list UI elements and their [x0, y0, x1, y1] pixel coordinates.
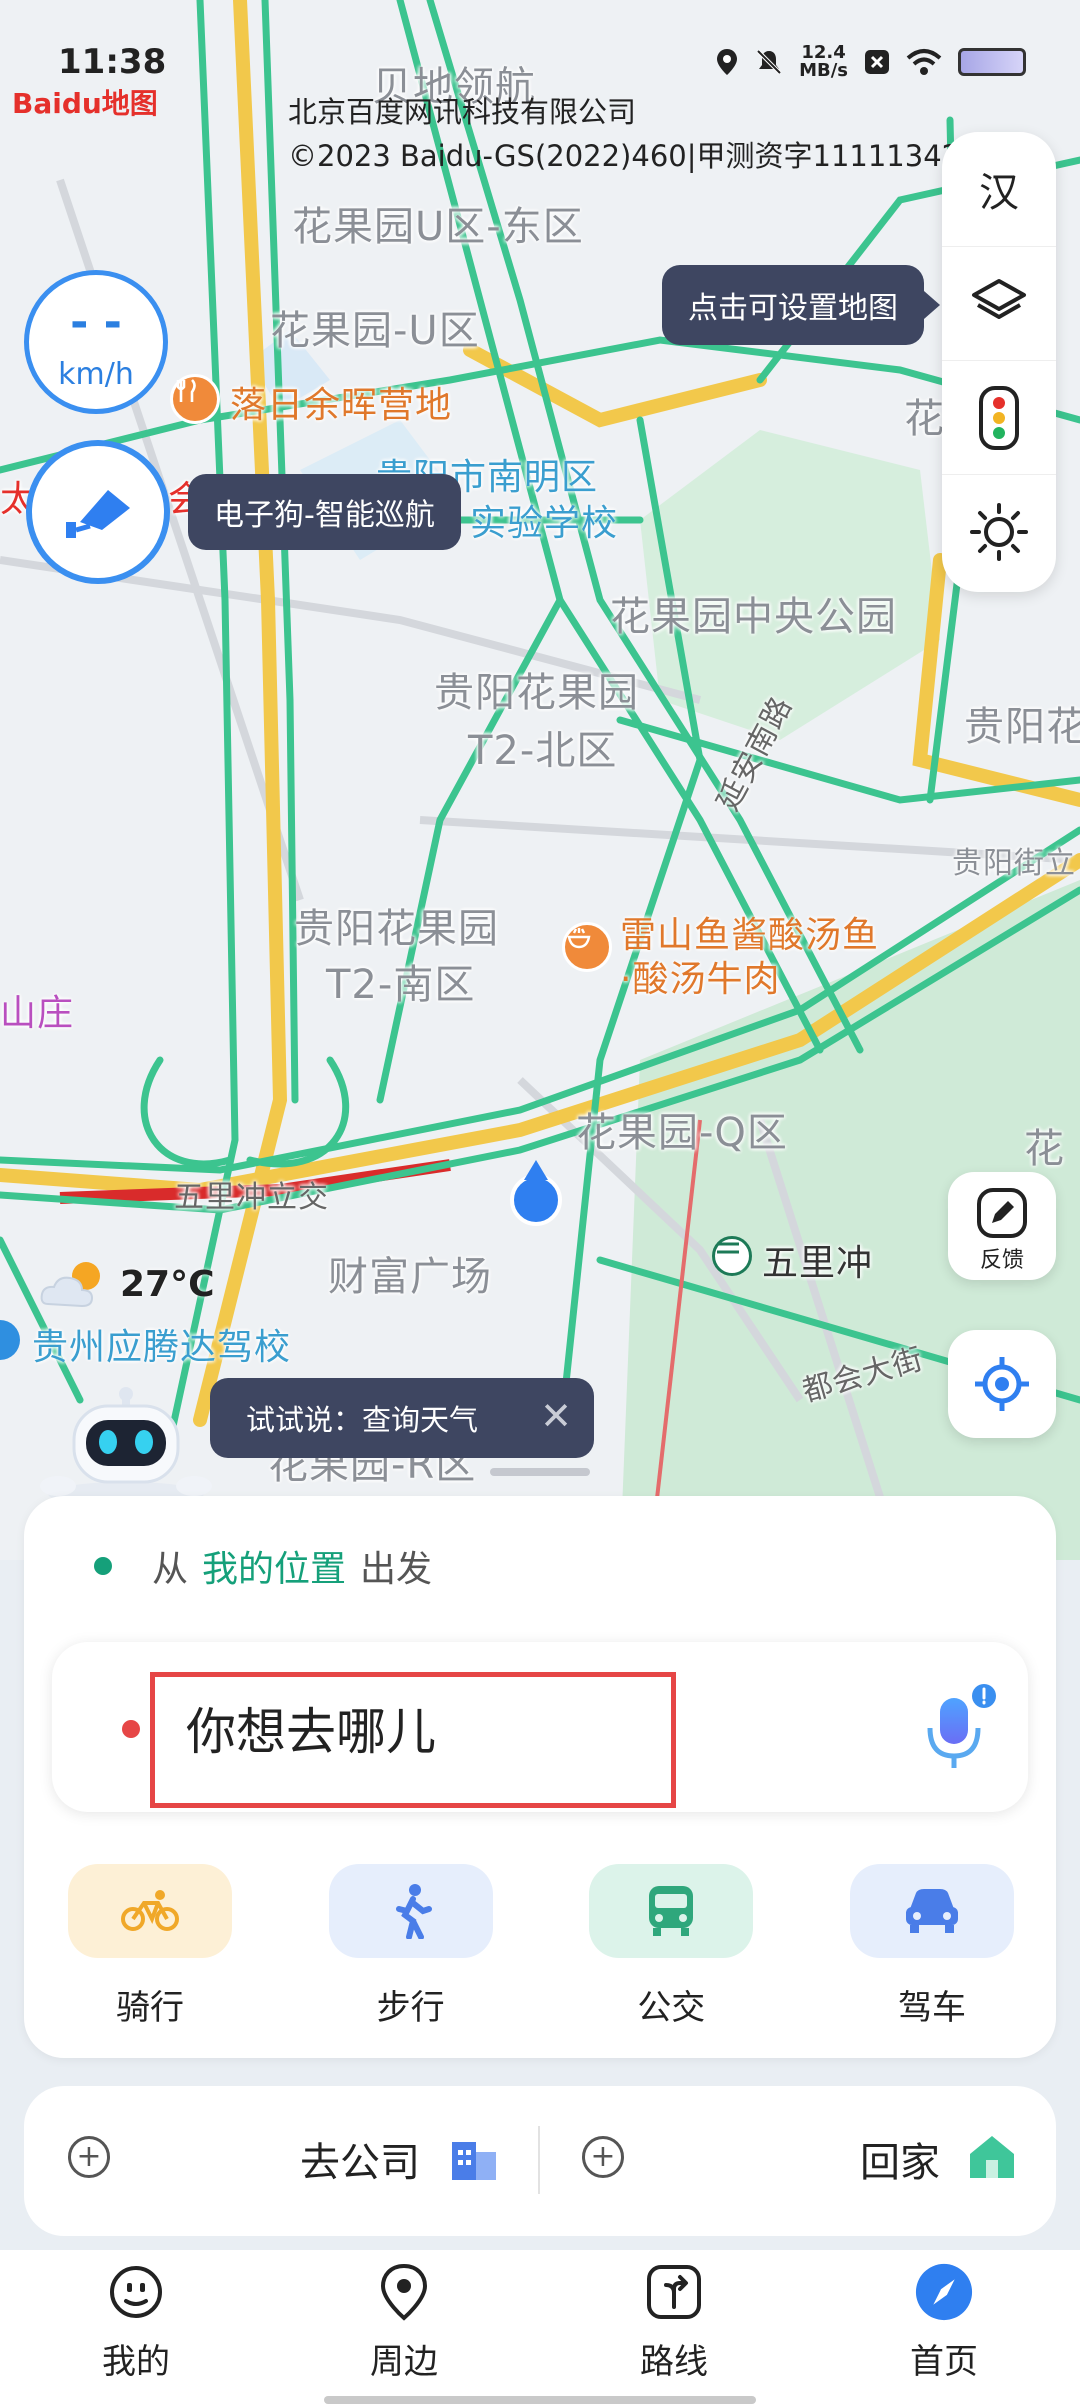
location-icon: [717, 49, 738, 75]
cruise-tooltip[interactable]: 电子狗-智能巡航: [188, 474, 461, 550]
traffic-button[interactable]: [942, 360, 1056, 474]
poi-label[interactable]: 山庄: [0, 984, 74, 1036]
shortcut-home[interactable]: 回家: [860, 2130, 940, 2188]
map-label: 花果园-Q区: [576, 1110, 788, 1156]
origin-dot-icon: [94, 1557, 112, 1575]
layers-icon: [972, 278, 1026, 319]
speed-value: - -: [70, 297, 122, 348]
home-icon: [970, 2136, 1014, 2178]
mode-transit[interactable]: 公交: [589, 1864, 754, 2029]
add-work-icon[interactable]: +: [68, 2136, 110, 2178]
shortcut-card: + 去公司 + 回家: [24, 2086, 1056, 2236]
bottom-navigation: 我的 周边 路线 首页: [0, 2250, 1080, 2408]
destination-input[interactable]: 你想去哪儿: [52, 1642, 1028, 1812]
status-icons: 12.4 MB/s: [715, 44, 1026, 80]
walking-icon: [328, 1864, 493, 1958]
assistant-tooltip[interactable]: 试试说：查询天气 ✕: [210, 1378, 594, 1458]
metro-station-label[interactable]: 五里冲: [762, 1234, 873, 1286]
temperature: 27°C: [120, 1263, 215, 1305]
destination-placeholder[interactable]: 你想去哪儿: [186, 1692, 436, 1764]
camera-icon: [66, 490, 130, 538]
wifi-icon: [906, 49, 942, 75]
brightness-button[interactable]: [942, 474, 1056, 588]
mode-cycling[interactable]: 骑行: [68, 1864, 232, 2029]
origin-location[interactable]: 我的位置: [202, 1540, 346, 1592]
gesture-bar[interactable]: [324, 2396, 756, 2404]
add-home-icon[interactable]: +: [582, 2136, 624, 2178]
origin-row[interactable]: 从 我的位置 出发: [94, 1540, 432, 1592]
map-label: 贵阳街立: [952, 846, 1076, 881]
route-search-card: 从 我的位置 出发 你想去哪儿 骑行 步行 公交 驾车: [24, 1496, 1056, 2058]
map-label: T2-南区: [326, 962, 476, 1008]
compass-icon: [914, 2262, 974, 2322]
face-icon: [106, 2262, 166, 2322]
status-time: 11:38: [58, 42, 167, 82]
sheet-drag-handle[interactable]: [490, 1468, 590, 1476]
sun-icon: [970, 502, 1028, 561]
poi-label[interactable]: ·酸汤牛肉: [620, 950, 780, 1002]
nav-route[interactable]: 路线: [604, 2262, 744, 2383]
layer-tooltip[interactable]: 点击可设置地图: [662, 265, 940, 345]
map-label: T2-北区: [468, 728, 618, 774]
partly-cloudy-icon: [40, 1262, 100, 1308]
map-label: 花果园-U区: [270, 308, 480, 354]
feedback-label: 反馈: [979, 1248, 1024, 1273]
poi-label[interactable]: 落日余晖营地: [230, 376, 452, 428]
traffic-light-icon: [979, 385, 1019, 450]
battery-icon: [958, 48, 1026, 76]
microphone-icon[interactable]: [920, 1684, 1000, 1774]
network-speed: 12.4 MB/s: [799, 42, 848, 81]
locate-me-button[interactable]: [948, 1330, 1056, 1438]
map-label: 贵阳花果园: [434, 670, 639, 716]
poi-label[interactable]: 实验学校: [470, 494, 618, 546]
language-label: 汉: [979, 170, 1019, 216]
divider: [538, 2126, 540, 2194]
mute-icon: [756, 49, 782, 75]
map-toolbar: 汉: [942, 132, 1056, 592]
poi-label[interactable]: 贵州应腾达驾校: [32, 1318, 291, 1370]
shortcut-work[interactable]: 去公司: [300, 2130, 420, 2188]
feedback-button[interactable]: 反馈: [948, 1172, 1056, 1280]
baidu-map-logo: Baidu地图: [12, 87, 158, 120]
map-label: 花: [904, 396, 945, 442]
bus-icon: [589, 1864, 754, 1958]
nav-nearby[interactable]: 周边: [334, 2262, 474, 2383]
office-building-icon: [452, 2142, 496, 2180]
map-view[interactable]: 贝地领航 花果园U区-东区 花果园-U区 落日余晖营地 贵阳市南明区 实验学校 …: [0, 0, 1080, 1560]
metro-icon[interactable]: [712, 1236, 752, 1276]
voice-assistant-robot-icon[interactable]: [38, 1384, 214, 1510]
destination-dot-icon: [122, 1720, 140, 1738]
location-pin-icon: [374, 2262, 434, 2322]
close-icon[interactable]: ✕: [540, 1394, 572, 1438]
map-label: 财富广场: [328, 1254, 492, 1300]
mode-walking[interactable]: 步行: [328, 1864, 493, 2029]
road-label: 五里冲立交: [174, 1180, 329, 1215]
travel-modes: 骑行 步行 公交 驾车: [68, 1864, 1014, 2029]
map-label: 贵阳花: [964, 704, 1080, 750]
notification-x-icon: [865, 50, 889, 74]
speed-unit: km/h: [58, 357, 134, 392]
weather-widget[interactable]: 27°C: [38, 1256, 215, 1312]
mode-driving[interactable]: 驾车: [849, 1864, 1014, 2029]
nav-home[interactable]: 首页: [874, 2262, 1014, 2383]
assistant-tip-text: 试试说：查询天气: [246, 1403, 479, 1437]
route-icon: [644, 2262, 704, 2322]
restaurant-pin-icon[interactable]: [170, 374, 220, 424]
edit-icon: [977, 1188, 1027, 1238]
map-label: 花果园U区-东区: [292, 204, 584, 250]
cruise-camera-button[interactable]: [26, 440, 170, 584]
car-icon: [849, 1864, 1014, 1958]
bicycle-icon: [68, 1864, 232, 1958]
map-label: 花果园中央公园: [610, 594, 897, 640]
map-copyright: 北京百度网讯科技有限公司 ©2023 Baidu-GS(2022)460|甲测资…: [288, 95, 961, 173]
restaurant-pin-icon[interactable]: [562, 922, 612, 972]
nav-mine[interactable]: 我的: [66, 2262, 206, 2383]
map-layers-button[interactable]: [942, 246, 1056, 360]
map-label: 花: [1024, 1126, 1065, 1172]
speedometer[interactable]: - - km/h: [24, 270, 168, 414]
crosshair-icon: [975, 1357, 1029, 1411]
language-toggle-button[interactable]: 汉: [942, 132, 1056, 246]
map-label: 贵阳花果园: [294, 906, 499, 952]
